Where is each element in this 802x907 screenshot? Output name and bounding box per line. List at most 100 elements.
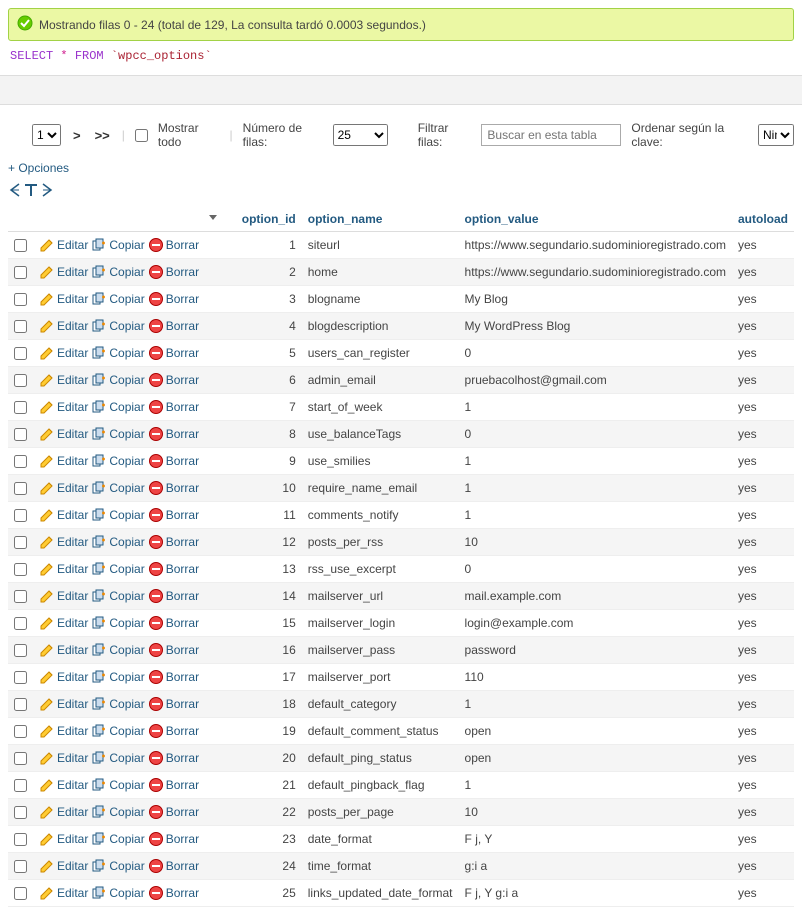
arrow-left-icon[interactable] [8, 182, 22, 201]
delete-link[interactable]: Borrar [148, 885, 199, 901]
delete-link[interactable]: Borrar [148, 669, 199, 685]
row-checkbox[interactable] [14, 644, 27, 657]
show-all-checkbox[interactable] [135, 129, 148, 142]
page-select[interactable]: 1 [32, 124, 61, 146]
arrow-right-icon[interactable] [40, 182, 54, 201]
copy-link[interactable]: Copiar [91, 750, 144, 766]
edit-link[interactable]: Editar [39, 237, 88, 253]
row-checkbox[interactable] [14, 887, 27, 900]
row-checkbox[interactable] [14, 374, 27, 387]
delete-link[interactable]: Borrar [148, 777, 199, 793]
copy-link[interactable]: Copiar [91, 588, 144, 604]
column-option-name[interactable]: option_name [302, 206, 459, 232]
delete-link[interactable]: Borrar [148, 723, 199, 739]
copy-link[interactable]: Copiar [91, 237, 144, 253]
filter-input[interactable] [481, 124, 621, 146]
row-checkbox[interactable] [14, 617, 27, 630]
delete-link[interactable]: Borrar [148, 372, 199, 388]
delete-link[interactable]: Borrar [148, 858, 199, 874]
edit-link[interactable]: Editar [39, 885, 88, 901]
copy-link[interactable]: Copiar [91, 345, 144, 361]
edit-link[interactable]: Editar [39, 507, 88, 523]
row-checkbox[interactable] [14, 806, 27, 819]
row-checkbox[interactable] [14, 698, 27, 711]
row-checkbox[interactable] [14, 401, 27, 414]
copy-link[interactable]: Copiar [91, 399, 144, 415]
row-checkbox[interactable] [14, 563, 27, 576]
copy-link[interactable]: Copiar [91, 534, 144, 550]
next-page-button[interactable]: > [71, 128, 83, 143]
delete-link[interactable]: Borrar [148, 750, 199, 766]
delete-link[interactable]: Borrar [148, 426, 199, 442]
num-rows-select[interactable]: 25 [333, 124, 388, 146]
row-checkbox[interactable] [14, 752, 27, 765]
copy-link[interactable]: Copiar [91, 804, 144, 820]
last-page-button[interactable]: >> [93, 128, 112, 143]
copy-link[interactable]: Copiar [91, 858, 144, 874]
edit-link[interactable]: Editar [39, 372, 88, 388]
row-checkbox[interactable] [14, 428, 27, 441]
delete-link[interactable]: Borrar [148, 399, 199, 415]
column-autoload[interactable]: autoload [732, 206, 794, 232]
copy-link[interactable]: Copiar [91, 696, 144, 712]
delete-link[interactable]: Borrar [148, 561, 199, 577]
delete-link[interactable]: Borrar [148, 831, 199, 847]
row-checkbox[interactable] [14, 536, 27, 549]
copy-link[interactable]: Copiar [91, 480, 144, 496]
copy-link[interactable]: Copiar [91, 264, 144, 280]
column-option-id[interactable]: option_id [226, 206, 302, 232]
row-checkbox[interactable] [14, 725, 27, 738]
delete-link[interactable]: Borrar [148, 264, 199, 280]
edit-link[interactable]: Editar [39, 318, 88, 334]
row-checkbox[interactable] [14, 671, 27, 684]
edit-link[interactable]: Editar [39, 399, 88, 415]
sort-key-select[interactable]: Ning [758, 124, 794, 146]
edit-link[interactable]: Editar [39, 750, 88, 766]
edit-link[interactable]: Editar [39, 453, 88, 469]
copy-link[interactable]: Copiar [91, 453, 144, 469]
edit-link[interactable]: Editar [39, 669, 88, 685]
delete-link[interactable]: Borrar [148, 696, 199, 712]
edit-link[interactable]: Editar [39, 831, 88, 847]
delete-link[interactable]: Borrar [148, 345, 199, 361]
row-checkbox[interactable] [14, 833, 27, 846]
copy-link[interactable]: Copiar [91, 318, 144, 334]
options-link[interactable]: + Opciones [0, 157, 802, 179]
copy-link[interactable]: Copiar [91, 426, 144, 442]
edit-link[interactable]: Editar [39, 561, 88, 577]
delete-link[interactable]: Borrar [148, 453, 199, 469]
edit-link[interactable]: Editar [39, 804, 88, 820]
copy-link[interactable]: Copiar [91, 291, 144, 307]
edit-link[interactable]: Editar [39, 264, 88, 280]
edit-link[interactable]: Editar [39, 588, 88, 604]
edit-link[interactable]: Editar [39, 345, 88, 361]
copy-link[interactable]: Copiar [91, 831, 144, 847]
row-checkbox[interactable] [14, 779, 27, 792]
copy-link[interactable]: Copiar [91, 615, 144, 631]
delete-link[interactable]: Borrar [148, 534, 199, 550]
row-checkbox[interactable] [14, 347, 27, 360]
row-checkbox[interactable] [14, 266, 27, 279]
row-checkbox[interactable] [14, 509, 27, 522]
row-checkbox[interactable] [14, 293, 27, 306]
row-checkbox[interactable] [14, 860, 27, 873]
copy-link[interactable]: Copiar [91, 561, 144, 577]
copy-link[interactable]: Copiar [91, 642, 144, 658]
copy-link[interactable]: Copiar [91, 885, 144, 901]
delete-link[interactable]: Borrar [148, 615, 199, 631]
delete-link[interactable]: Borrar [148, 642, 199, 658]
edit-link[interactable]: Editar [39, 426, 88, 442]
copy-link[interactable]: Copiar [91, 723, 144, 739]
edit-link[interactable]: Editar [39, 858, 88, 874]
edit-link[interactable]: Editar [39, 534, 88, 550]
delete-link[interactable]: Borrar [148, 291, 199, 307]
delete-link[interactable]: Borrar [148, 237, 199, 253]
copy-link[interactable]: Copiar [91, 669, 144, 685]
row-checkbox[interactable] [14, 320, 27, 333]
sort-dropdown-icon[interactable] [206, 213, 220, 227]
edit-link[interactable]: Editar [39, 480, 88, 496]
delete-link[interactable]: Borrar [148, 318, 199, 334]
edit-link[interactable]: Editar [39, 696, 88, 712]
edit-link[interactable]: Editar [39, 291, 88, 307]
fulltext-t-icon[interactable] [22, 181, 40, 202]
